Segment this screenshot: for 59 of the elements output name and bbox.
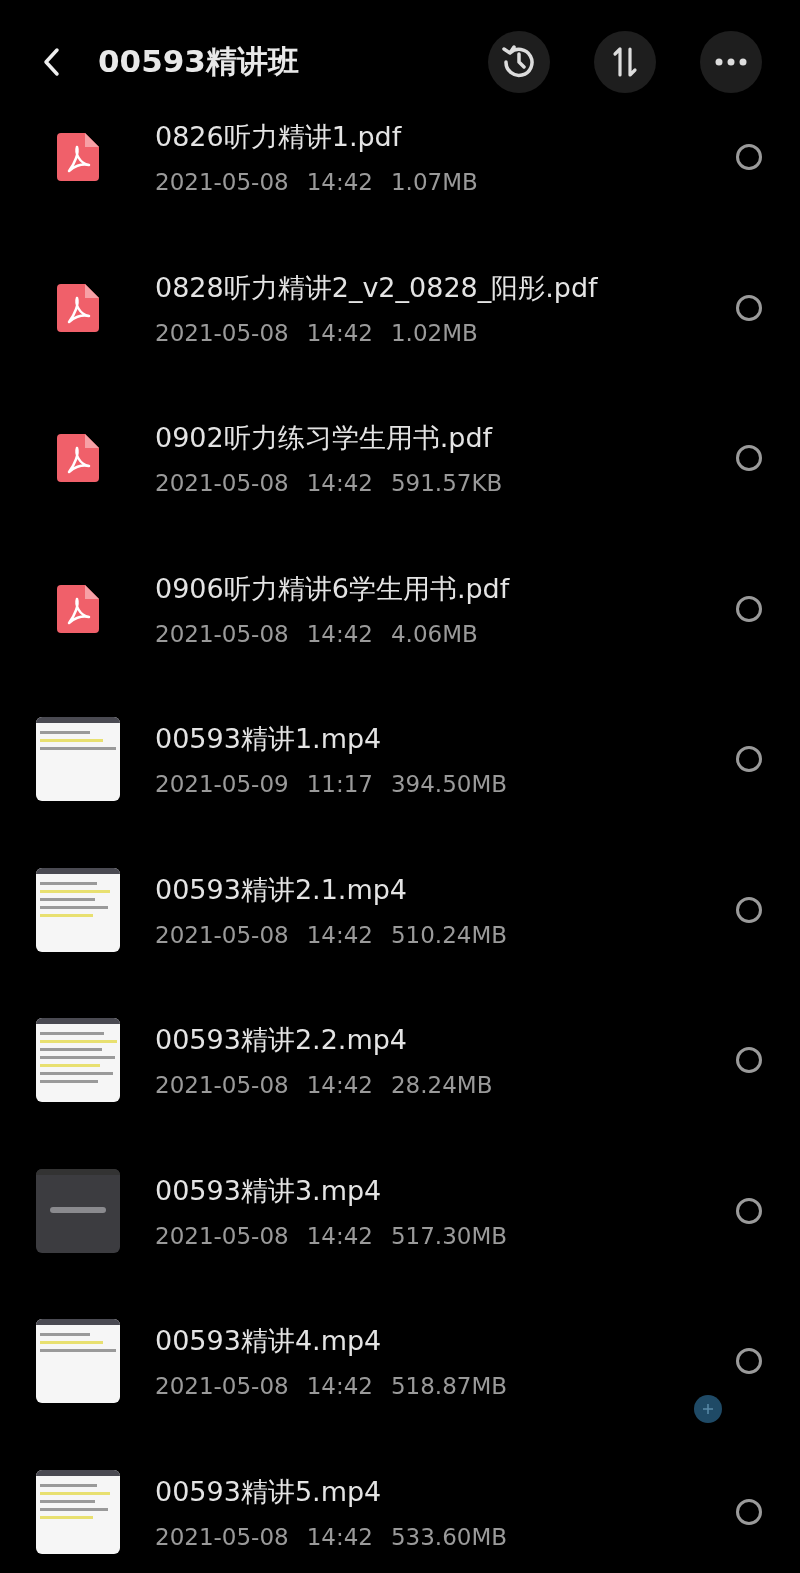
file-name: 0906听力精讲6学生用书.pdf: [155, 571, 511, 606]
select-radio[interactable]: [736, 1348, 762, 1375]
file-name: 00593精讲1.mp4: [155, 722, 383, 757]
file-size: 4.06MB: [390, 620, 478, 647]
file-name: 00593精讲4.mp4: [155, 1324, 383, 1359]
file-time: 14:42: [306, 319, 373, 346]
file-date: 2021-05-08: [155, 1222, 289, 1249]
plus-icon: [702, 1403, 714, 1415]
file-size: 1.07MB: [390, 169, 478, 196]
file-size: 1.02MB: [390, 319, 478, 346]
file-size: 510.24MB: [390, 921, 508, 948]
select-radio[interactable]: [736, 595, 762, 622]
select-radio[interactable]: [736, 445, 762, 472]
file-time: 14:42: [306, 620, 373, 647]
file-time: 14:42: [306, 1222, 373, 1249]
file-size: 28.24MB: [390, 1072, 493, 1099]
file-name: 00593精讲2.2.mp4: [155, 1023, 409, 1058]
file-date: 2021-05-08: [155, 921, 289, 948]
file-name: 0902听力练习学生用书.pdf: [155, 421, 494, 456]
file-date: 2021-05-08: [155, 1072, 289, 1099]
file-time: 11:17: [306, 771, 373, 798]
file-date: 2021-05-08: [155, 620, 289, 647]
file-date: 2021-05-08: [155, 169, 289, 196]
add-button[interactable]: [694, 1395, 722, 1423]
file-date: 2021-05-09: [155, 771, 289, 798]
file-time: 14:42: [306, 1072, 373, 1099]
select-radio[interactable]: [736, 1197, 762, 1224]
file-date: 2021-05-08: [155, 1373, 289, 1400]
file-date: 2021-05-08: [155, 319, 289, 346]
file-name: 00593精讲3.mp4: [155, 1173, 383, 1208]
file-size: 518.87MB: [390, 1373, 508, 1400]
file-name: 0828听力精讲2_v2_0828_阳彤.pdf: [155, 270, 599, 305]
file-name: 00593精讲5.mp4: [155, 1474, 383, 1509]
select-radio[interactable]: [736, 746, 762, 773]
file-name: 0826听力精讲1.pdf: [155, 120, 403, 155]
file-time: 14:42: [306, 1373, 373, 1400]
select-radio[interactable]: [736, 294, 762, 321]
file-name: 00593精讲2.1.mp4: [155, 872, 409, 907]
file-time: 14:42: [306, 169, 373, 196]
file-time: 14:42: [306, 1523, 373, 1550]
select-radio[interactable]: [736, 896, 762, 923]
pdf-file-icon: [57, 283, 99, 332]
folder-title: 00593精讲班: [98, 42, 300, 81]
file-date: 2021-05-08: [155, 1523, 289, 1550]
select-radio[interactable]: [736, 144, 762, 171]
select-radio[interactable]: [736, 1047, 762, 1074]
more-icon: [715, 58, 747, 66]
file-size: 533.60MB: [390, 1523, 508, 1550]
file-size: 394.50MB: [390, 771, 508, 798]
file-time: 14:42: [306, 470, 373, 497]
pdf-file-icon: [57, 434, 99, 483]
back-icon: [42, 47, 60, 77]
file-size: 591.57KB: [390, 470, 503, 497]
pdf-file-icon: [57, 133, 99, 182]
pdf-file-icon: [57, 584, 99, 633]
select-radio[interactable]: [736, 1498, 762, 1525]
file-time: 14:42: [306, 921, 373, 948]
file-date: 2021-05-08: [155, 470, 289, 497]
file-size: 517.30MB: [390, 1222, 508, 1249]
